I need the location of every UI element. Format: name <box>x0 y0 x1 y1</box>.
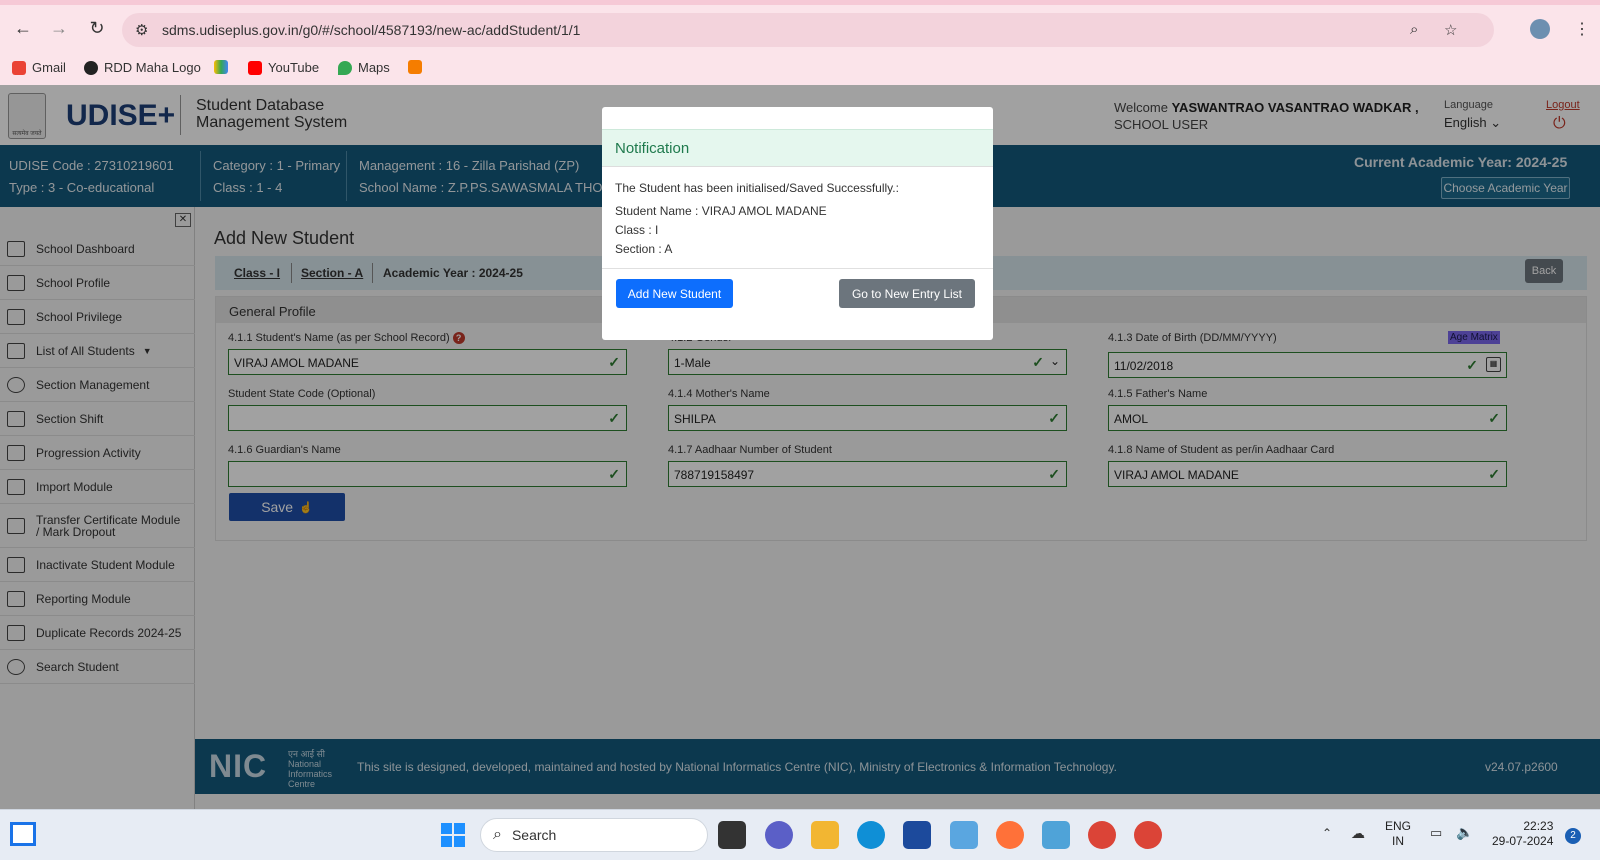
globe-icon <box>84 60 98 75</box>
edge-browser-icon[interactable] <box>857 821 885 849</box>
search-icon: ⌕ <box>493 826 502 843</box>
notification-badge[interactable]: 2 <box>1565 828 1581 844</box>
bookmark-drive[interactable] <box>214 60 228 74</box>
bookmark-blogger[interactable] <box>408 60 422 74</box>
go-to-new-entry-list-button[interactable]: Go to New Entry List <box>839 279 975 308</box>
clock[interactable]: 22:23 29-07-2024 <box>1492 819 1553 849</box>
volume-icon[interactable]: 🔈 <box>1456 824 1473 841</box>
modal-message: The Student has been initialised/Saved S… <box>615 181 899 195</box>
store-icon[interactable] <box>903 821 931 849</box>
modal-body: The Student has been initialised/Saved S… <box>615 179 899 259</box>
tray-expand-icon[interactable]: ⌃ <box>1322 826 1332 840</box>
bookmark-rdd-maha-logo[interactable]: RDD Maha Logo <box>84 60 201 75</box>
blogger-icon <box>408 60 422 74</box>
cloud-icon[interactable]: ☁ <box>1351 825 1365 842</box>
notification-modal: Notification The Student has been initia… <box>602 107 993 340</box>
gmail-icon <box>12 60 26 75</box>
site-info-icon[interactable]: ⚙ <box>135 21 148 39</box>
windows-start-icon[interactable] <box>441 823 465 847</box>
zoom-icon[interactable]: ⌕ <box>1410 21 1418 38</box>
modal-class: Class : I <box>615 223 659 237</box>
bookmark-youtube[interactable]: YouTube <box>248 60 319 75</box>
bookmark-gmail[interactable]: Gmail <box>12 60 66 75</box>
bookmark-maps[interactable]: Maps <box>338 60 390 75</box>
address-bar[interactable]: ⚙ sdms.udiseplus.gov.in/g0/#/school/4587… <box>122 13 1494 47</box>
chrome-profile-icon[interactable] <box>1134 821 1162 849</box>
modal-section: Section : A <box>615 242 673 256</box>
profile-avatar[interactable] <box>1530 19 1550 39</box>
modal-title: Notification <box>602 129 993 167</box>
modal-student-name: Student Name : VIRAJ AMOL MADANE <box>615 204 827 218</box>
forward-arrow-icon[interactable]: → <box>44 13 74 43</box>
taskbar: ⌕ Search ⌃ ☁ ENG IN ▭ 🔈 22:23 29-07-2024 2 <box>0 809 1600 860</box>
taskbar-search[interactable]: ⌕ Search <box>480 818 708 852</box>
file-explorer-icon[interactable] <box>811 821 839 849</box>
reload-icon[interactable]: ↻ <box>82 13 112 43</box>
widgets-icon[interactable] <box>10 822 36 846</box>
maps-pin-icon <box>338 60 352 75</box>
chrome-icon[interactable] <box>1088 821 1116 849</box>
app-icon[interactable] <box>1042 821 1070 849</box>
url-text: sdms.udiseplus.gov.in/g0/#/school/458719… <box>162 22 581 38</box>
back-arrow-icon[interactable]: ← <box>8 13 38 43</box>
browser-chrome: ← → ↻ ⚙ sdms.udiseplus.gov.in/g0/#/schoo… <box>0 0 1600 85</box>
youtube-icon <box>248 60 262 75</box>
bookmark-star-icon[interactable]: ☆ <box>1444 21 1457 39</box>
network-icon[interactable]: ▭ <box>1430 825 1442 841</box>
firefox-icon[interactable] <box>996 821 1024 849</box>
teams-chat-icon[interactable] <box>765 821 793 849</box>
snipping-tool-icon[interactable] <box>950 821 978 849</box>
add-new-student-button[interactable]: Add New Student <box>616 279 733 308</box>
browser-menu-icon[interactable]: ⋮ <box>1574 19 1590 39</box>
drive-icon <box>214 60 228 74</box>
task-view-icon[interactable] <box>718 821 746 849</box>
input-language[interactable]: ENG IN <box>1385 819 1411 849</box>
